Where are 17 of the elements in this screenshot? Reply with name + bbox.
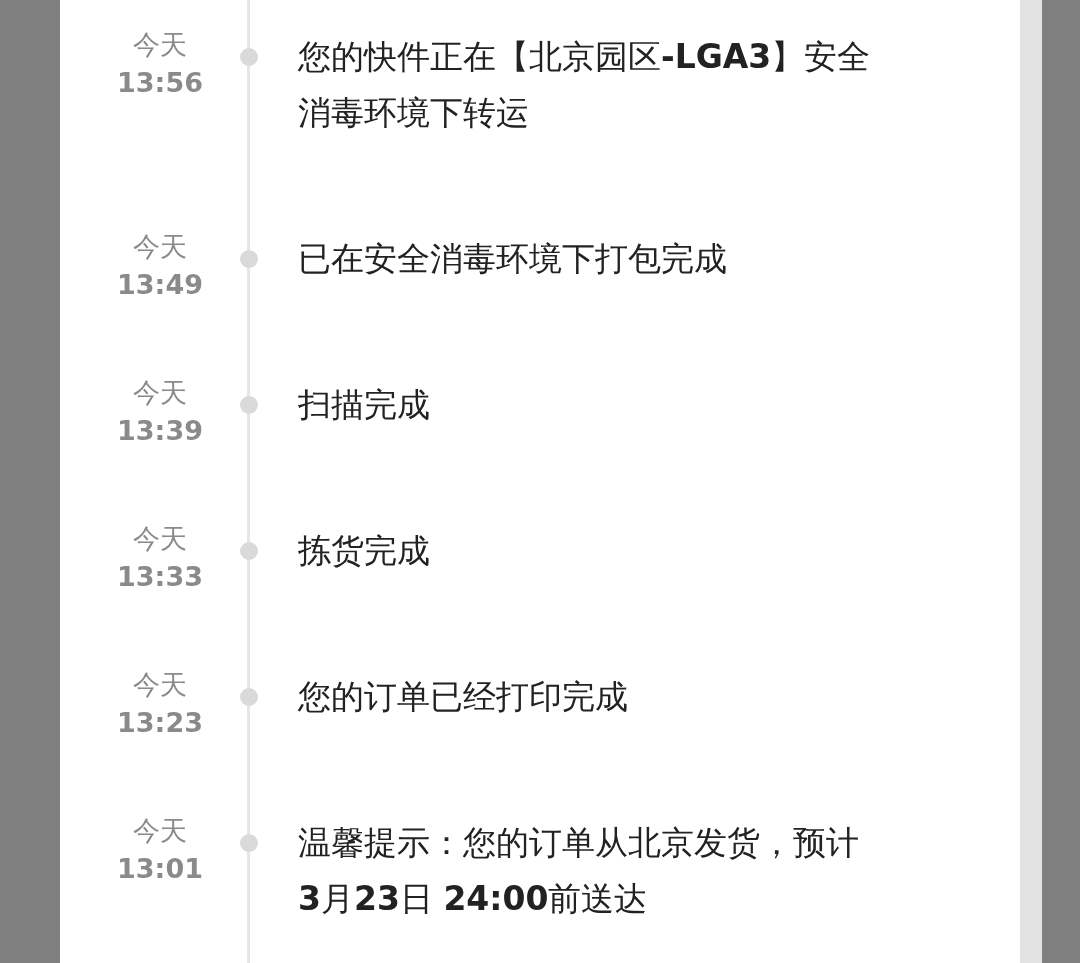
event-day: 今天 [133, 666, 187, 704]
event-description: 扫描完成 [298, 384, 431, 426]
event-time: 13:56 [117, 66, 203, 100]
event-description: 拣货完成 [298, 530, 431, 572]
event-day: 今天 [133, 374, 187, 412]
event-time: 13:39 [117, 414, 203, 448]
event-description: 已在安全消毒环境下打包完成 [298, 238, 728, 280]
event-description: 您的订单已经打印完成 [298, 676, 629, 718]
event-time: 13:33 [117, 560, 203, 594]
event-day: 今天 [133, 812, 187, 850]
event-time: 13:23 [117, 706, 203, 740]
event-day: 今天 [133, 26, 187, 64]
event-time: 13:01 [117, 852, 203, 886]
event-day: 今天 [133, 228, 187, 266]
event-day: 今天 [133, 520, 187, 558]
event-time: 13:49 [117, 268, 203, 302]
event-description: 您的快件正在【北京园区-LGA3】安全消毒环境下转运 [298, 36, 872, 134]
